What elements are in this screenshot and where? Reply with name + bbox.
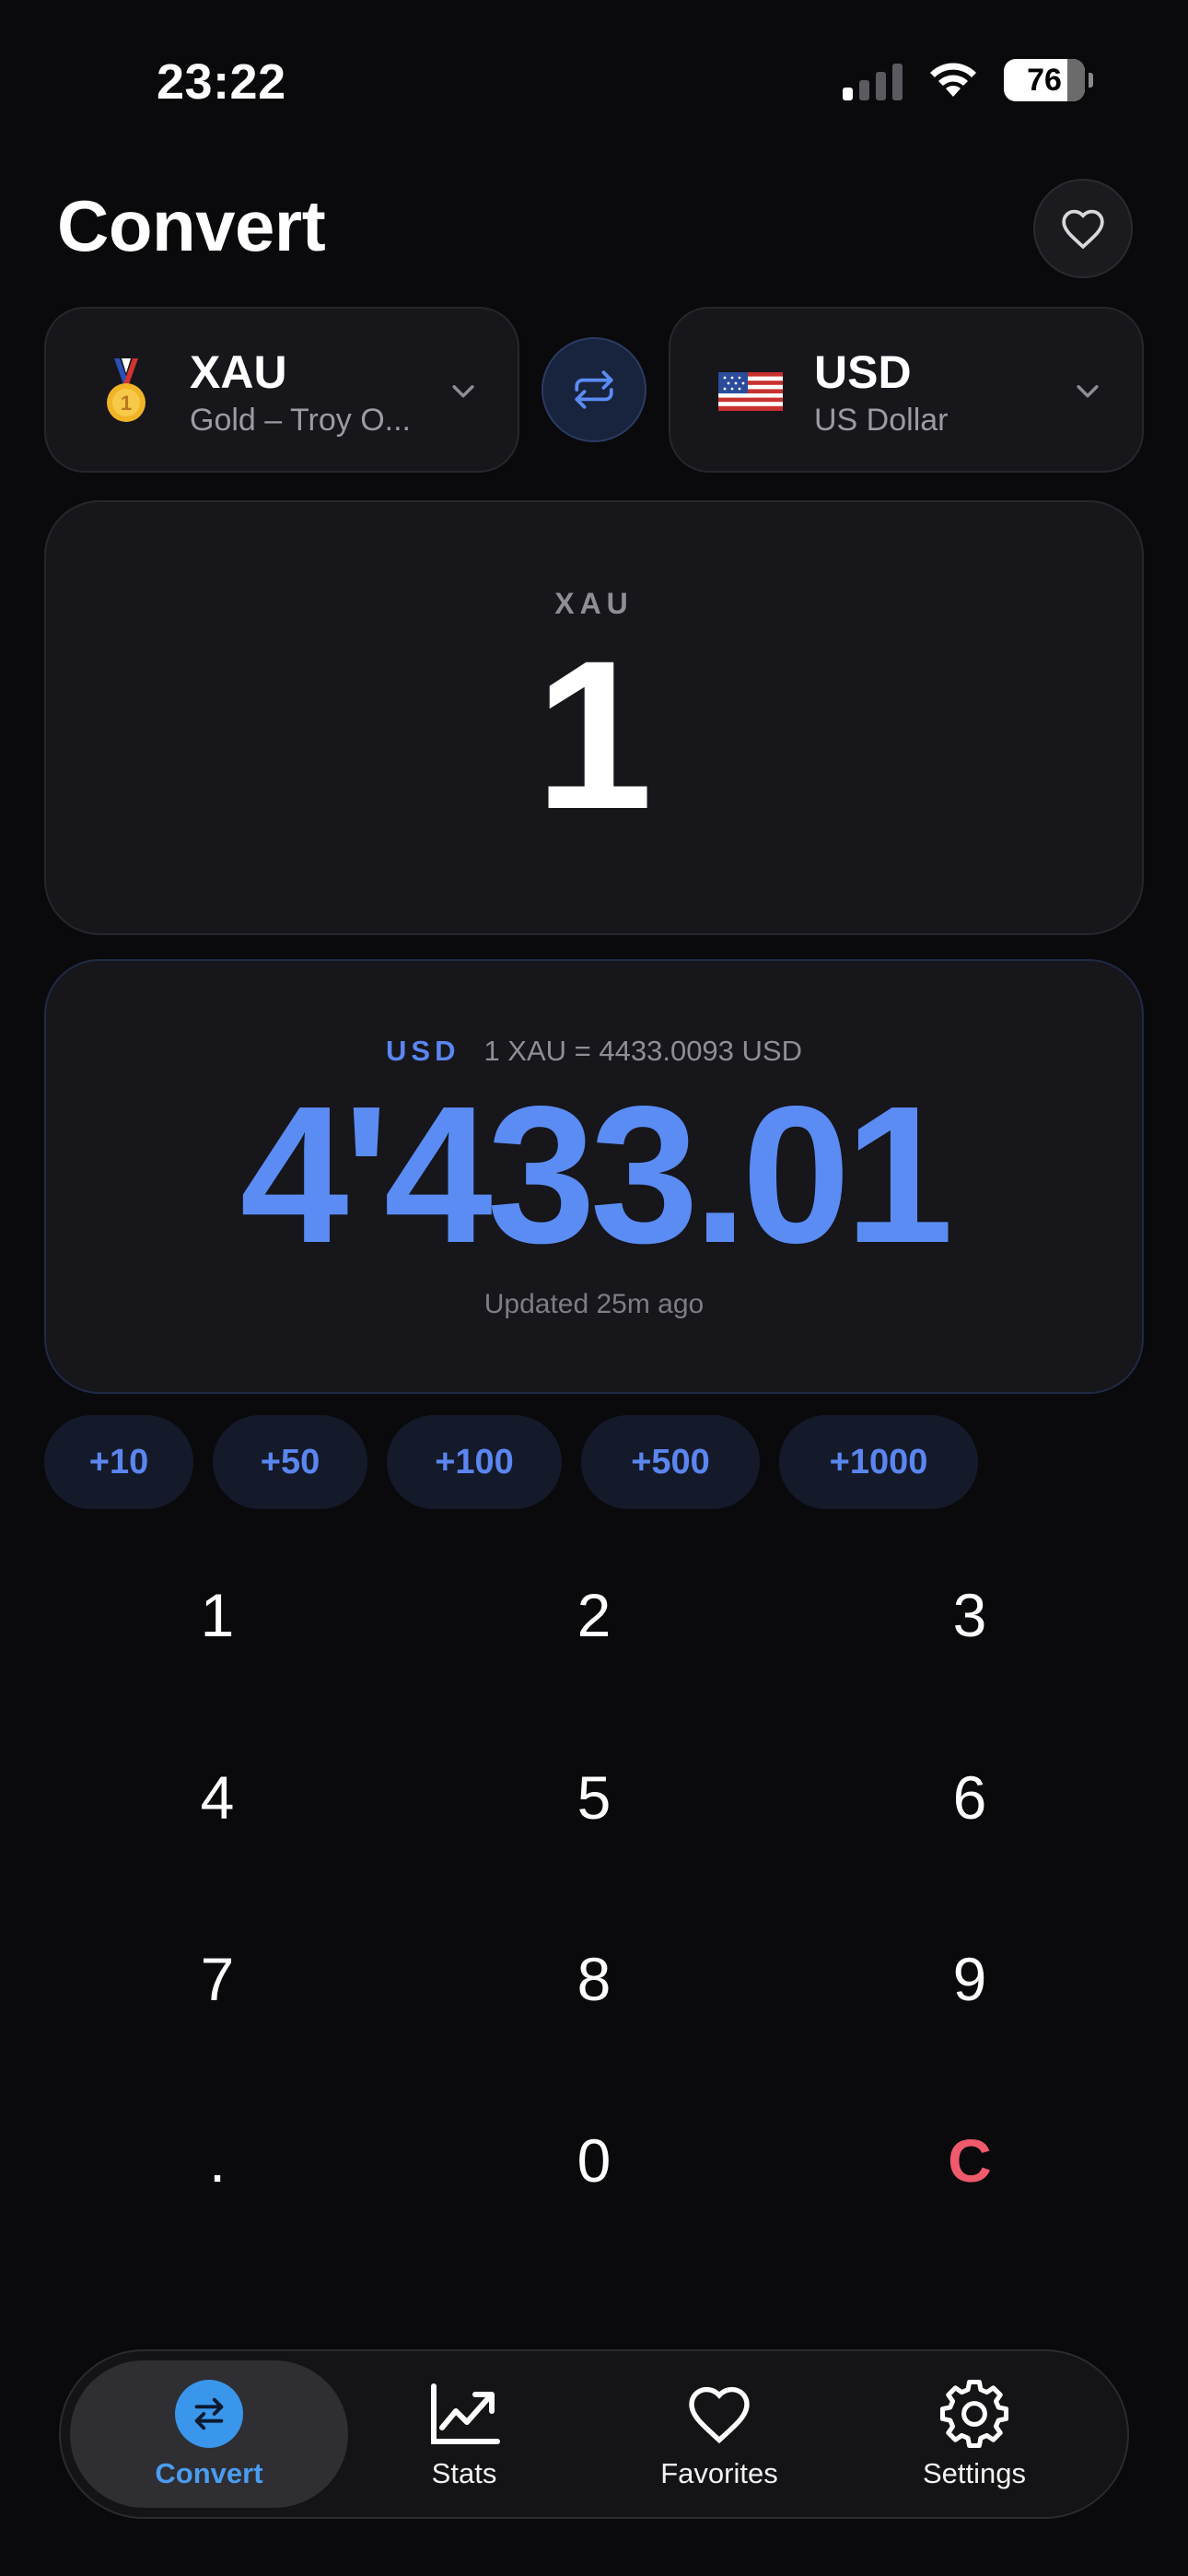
key-8[interactable]: 8 [456, 1910, 732, 2048]
to-currency-code: USD [814, 346, 912, 398]
input-amount-card[interactable]: XAU 1 [44, 500, 1144, 935]
svg-text:1: 1 [121, 392, 132, 415]
key-7[interactable]: 7 [79, 1910, 355, 2048]
us-flag-icon [718, 372, 783, 411]
battery-icon: 76 [1004, 59, 1093, 101]
to-currency-selector[interactable]: USD US Dollar [669, 307, 1144, 473]
tab-convert[interactable]: Convert [70, 2360, 348, 2508]
converted-amount: 4'433.01 [239, 1065, 954, 1283]
quick-add-100-button[interactable]: +100 [387, 1415, 562, 1509]
key-4[interactable]: 4 [79, 1728, 355, 1867]
result-currency-code: USD [386, 1035, 460, 1067]
key-clear[interactable]: C [832, 2091, 1108, 2230]
tab-favorites-label: Favorites [660, 2457, 778, 2489]
swap-icon [175, 2380, 243, 2448]
key-0[interactable]: 0 [456, 2091, 732, 2230]
key-5[interactable]: 5 [456, 1728, 732, 1867]
cellular-signal-icon [843, 60, 903, 100]
last-updated: Updated 25m ago [483, 1289, 705, 1319]
exchange-rate: 1 XAU = 4433.0093 USD [483, 1035, 802, 1067]
tab-bar: Convert Stats Favorites Settings [59, 2349, 1129, 2519]
chevron-down-icon [1077, 385, 1099, 398]
status-indicators: 76 [843, 57, 1093, 103]
battery-level: 76 [1027, 62, 1062, 98]
tab-favorites[interactable]: Favorites [580, 2360, 858, 2508]
tab-stats-label: Stats [431, 2457, 497, 2489]
gold-medal-icon: 1 [107, 358, 146, 422]
from-currency-code: XAU [190, 346, 287, 398]
key-9[interactable]: 9 [832, 1910, 1108, 2048]
key-decimal[interactable]: . [79, 2091, 355, 2230]
convert-screen: 23:22 76 Convert 1 XAU Gold – Troy O... … [0, 0, 1188, 2576]
heart-icon [683, 2378, 755, 2450]
key-1[interactable]: 1 [79, 1546, 355, 1684]
input-amount: 1 [535, 616, 653, 853]
quick-add-50-button[interactable]: +50 [213, 1415, 367, 1509]
from-currency-selector[interactable]: 1 XAU Gold – Troy O... [44, 307, 519, 473]
gear-icon [938, 2378, 1010, 2450]
chart-icon [428, 2378, 500, 2450]
key-6[interactable]: 6 [832, 1728, 1108, 1867]
swap-arrows-icon [575, 370, 613, 409]
wifi-icon [930, 63, 976, 97]
quick-add-1000-button[interactable]: +1000 [779, 1415, 978, 1509]
status-time: 23:22 [157, 54, 286, 110]
tab-convert-label: Convert [155, 2457, 263, 2489]
tab-stats[interactable]: Stats [325, 2360, 603, 2508]
to-currency-name: US Dollar [814, 403, 949, 438]
tab-settings-label: Settings [922, 2457, 1026, 2489]
quick-add-10-button[interactable]: +10 [44, 1415, 193, 1509]
result-card: USD 1 XAU = 4433.0093 USD 4'433.01 Update… [44, 959, 1144, 1394]
swap-currencies-button[interactable] [542, 337, 646, 442]
key-2[interactable]: 2 [456, 1546, 732, 1684]
quick-add-500-button[interactable]: +500 [581, 1415, 760, 1509]
page-title: Convert [57, 185, 326, 266]
favorite-button[interactable] [1033, 179, 1133, 278]
key-3[interactable]: 3 [832, 1546, 1108, 1684]
chevron-down-icon [452, 385, 474, 398]
heart-icon [1062, 209, 1104, 250]
from-currency-name: Gold – Troy O... [190, 403, 411, 438]
result-header: USD 1 XAU = 4433.0093 USD [46, 1035, 1142, 1068]
tab-settings[interactable]: Settings [835, 2360, 1113, 2508]
